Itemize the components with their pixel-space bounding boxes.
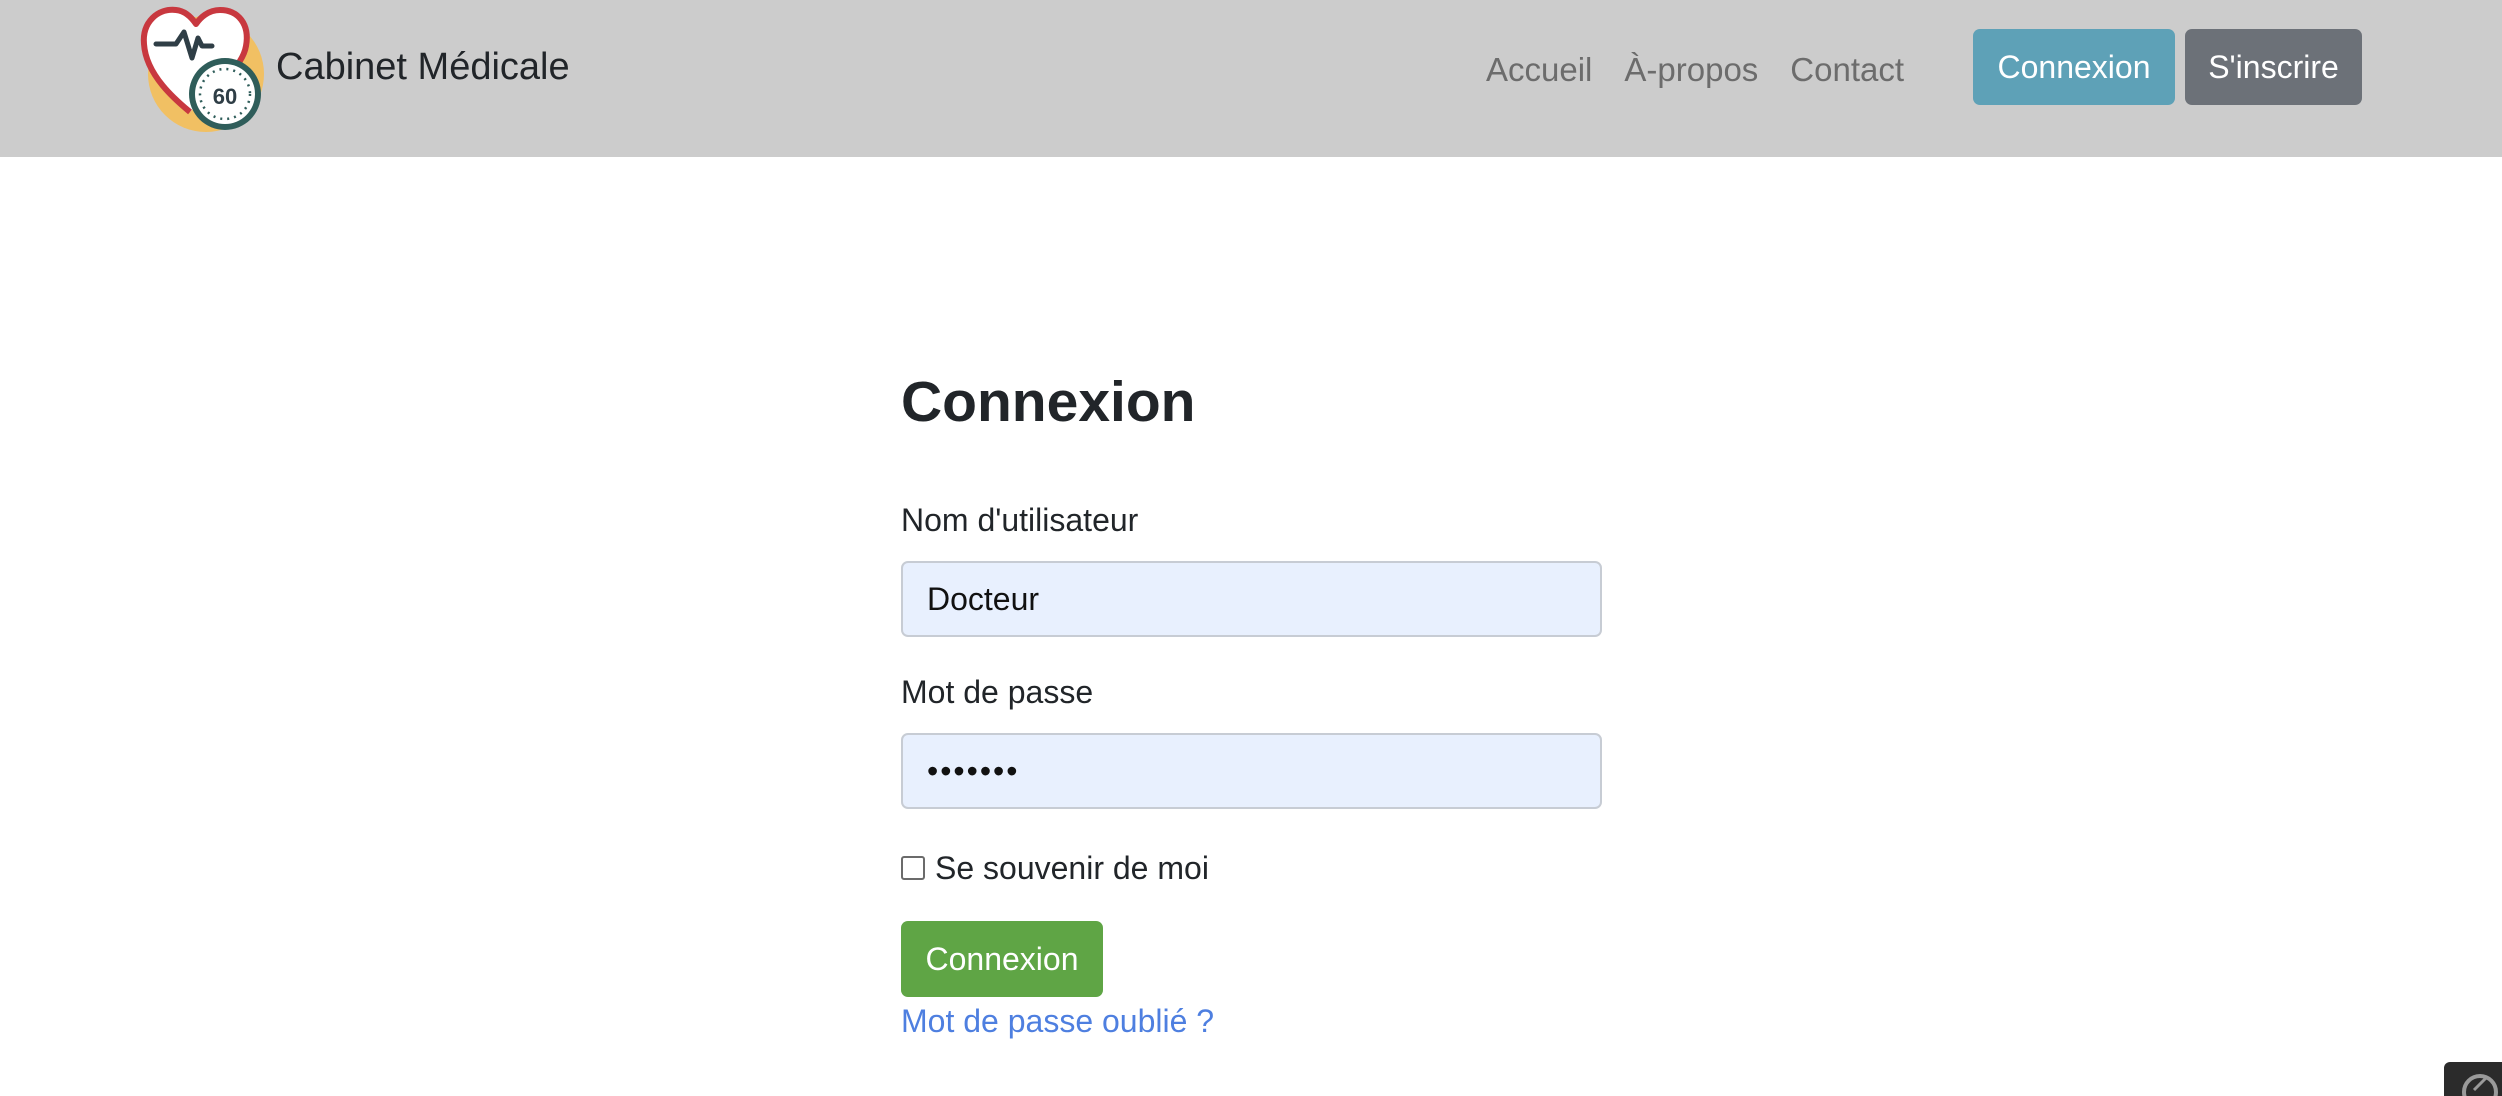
password-field[interactable] [901, 733, 1602, 809]
nav-link-a-propos[interactable]: À-propos [1608, 48, 1774, 92]
remember-checkbox[interactable] [901, 856, 925, 880]
heart-pulse-stopwatch-icon: 60 [138, 4, 268, 134]
login-button[interactable]: Connexion [1973, 29, 2175, 105]
username-label: Nom d'utilisateur [901, 502, 1139, 538]
signup-button[interactable]: S'inscrire [2185, 29, 2362, 105]
password-label: Mot de passe [901, 674, 1094, 710]
settings-icon[interactable] [2444, 1062, 2502, 1096]
nav-link-accueil[interactable]: Accueil [1486, 48, 1608, 92]
brand-link[interactable]: 60 Cabinet Médicale [138, 4, 570, 134]
login-form: Connexion Nom d'utilisateur Mot de passe… [901, 360, 1602, 1039]
remember-label: Se souvenir de moi [935, 850, 1209, 886]
nav-links: Accueil À-propos Contact [1486, 48, 1920, 92]
navbar: 60 Cabinet Médicale Accueil À-propos Con… [0, 0, 2502, 157]
username-field[interactable] [901, 561, 1602, 637]
submit-login-button[interactable]: Connexion [901, 921, 1103, 997]
nav-link-contact[interactable]: Contact [1774, 48, 1920, 92]
page-title: Connexion [901, 370, 1196, 434]
remember-me[interactable]: Se souvenir de moi [901, 848, 1209, 888]
forgot-password-link[interactable]: Mot de passe oublié ? [901, 1000, 1214, 1042]
logo-badge-text: 60 [213, 84, 237, 109]
brand-name: Cabinet Médicale [276, 45, 570, 88]
